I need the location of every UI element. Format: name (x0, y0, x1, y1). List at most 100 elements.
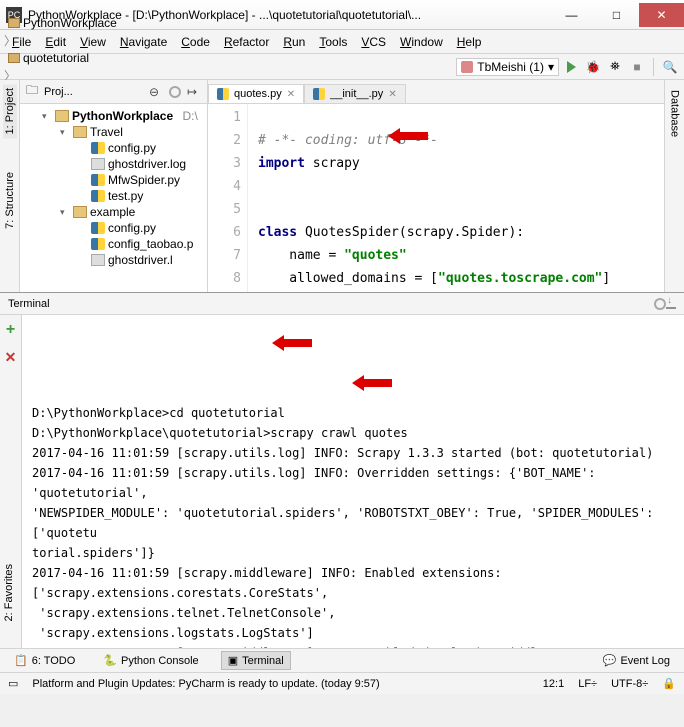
folder-icon (73, 206, 87, 218)
navigation-bar: PythonWorkplace〉quotetutorial〉quotetutor… (0, 54, 684, 80)
tree-item[interactable]: ghostdriver.l (20, 252, 207, 268)
minimize-button[interactable]: — (549, 3, 594, 27)
coverage-button[interactable]: ⛯ (605, 57, 625, 77)
terminal-tab[interactable]: ▣ Terminal (221, 651, 291, 670)
annotation-arrow-icon (282, 339, 312, 347)
code-content[interactable]: # -*- coding: utf-8 -*- import scrapy cl… (248, 104, 664, 292)
tree-item[interactable]: ▾example (20, 204, 207, 220)
menu-refactor[interactable]: Refactor (218, 33, 275, 51)
menu-window[interactable]: Window (394, 33, 449, 51)
tree-item[interactable]: ▾Travel (20, 124, 207, 140)
terminal-line: 2017-04-16 11:01:59 [scrapy.utils.log] I… (32, 443, 674, 463)
line-number: 1 (208, 106, 241, 129)
structure-tool-tab[interactable]: 7: Structure (3, 168, 17, 233)
tree-item-label: config.py (108, 221, 156, 235)
terminal-line: 2017-04-16 11:02:01 [scrapy.middleware] … (32, 643, 674, 648)
todo-tab[interactable]: 📋 6: TODO (8, 652, 81, 669)
line-number: 7 (208, 244, 241, 267)
line-separator[interactable]: LF÷ (578, 678, 597, 690)
line-number: 5 (208, 198, 241, 221)
menu-code[interactable]: Code (175, 33, 216, 51)
terminal-panel: Terminal + ✕ D:\PythonWorkplace>cd quote… (0, 292, 684, 648)
status-icon: ▭ (8, 677, 18, 690)
play-icon (567, 61, 576, 73)
menu-vcs[interactable]: VCS (355, 33, 392, 51)
hide-icon[interactable] (666, 299, 676, 309)
editor-tab[interactable]: __init__.py✕ (304, 84, 406, 103)
bottom-tool-stripe: 📋 6: TODO 🐍 Python Console ▣ Terminal 💬 … (0, 648, 684, 672)
run-config-selector[interactable]: TbMeishi (1) ▾ (456, 58, 559, 76)
menu-tools[interactable]: Tools (313, 33, 353, 51)
close-tab-icon[interactable]: ✕ (287, 89, 295, 100)
tree-item[interactable]: config_taobao.p (20, 236, 207, 252)
python-file-icon (91, 190, 105, 202)
chevron-down-icon[interactable]: ▾ (60, 207, 70, 218)
file-encoding[interactable]: UTF-8÷ (611, 678, 648, 690)
right-tool-stripe: Database (664, 80, 684, 292)
annotation-arrow-icon (398, 132, 428, 140)
tree-item[interactable]: config.py (20, 220, 207, 236)
terminal-line: 2017-04-16 11:01:59 [scrapy.utils.log] I… (32, 463, 674, 503)
gear-icon[interactable] (169, 86, 181, 98)
terminal-line: 'scrapy.extensions.logstats.LogStats'] (32, 623, 674, 643)
python-file-icon (313, 88, 325, 100)
code-area[interactable]: 12345678 # -*- coding: utf-8 -*- import … (208, 104, 664, 292)
tree-item-label: config_taobao.p (108, 237, 193, 251)
editor-tab[interactable]: quotes.py✕ (208, 84, 304, 103)
caret-position: 12:1 (543, 678, 564, 690)
search-everywhere-button[interactable]: 🔍 (660, 57, 680, 77)
tree-item-label: ghostdriver.l (108, 253, 173, 267)
close-button[interactable]: ✕ (639, 3, 684, 27)
tree-item-label: ghostdriver.log (108, 157, 186, 171)
chevron-down-icon[interactable]: ▾ (60, 127, 70, 138)
folder-icon (8, 53, 20, 63)
menu-run[interactable]: Run (277, 33, 311, 51)
terminal-line: 'scrapy.extensions.telnet.TelnetConsole'… (32, 603, 674, 623)
gear-icon[interactable] (654, 298, 666, 310)
lock-icon[interactable]: 🔒 (662, 677, 676, 690)
project-panel: 🗀 Proj... ⊖ ↦ ▾ PythonWorkplace D:\ ▾Tra… (20, 80, 208, 292)
tree-item-label: config.py (108, 141, 156, 155)
event-log-tab[interactable]: 💬 Event Log (597, 652, 676, 669)
add-terminal-button[interactable]: + (6, 321, 15, 339)
menu-help[interactable]: Help (451, 33, 488, 51)
close-terminal-button[interactable]: ✕ (5, 349, 17, 366)
hide-icon[interactable]: ↦ (187, 85, 201, 99)
project-tree[interactable]: ▾ PythonWorkplace D:\ ▾Travelconfig.pygh… (20, 104, 207, 272)
python-file-icon (91, 142, 105, 154)
tree-item[interactable]: config.py (20, 140, 207, 156)
debug-button[interactable]: 🐞 (583, 57, 603, 77)
tree-item-label: MfwSpider.py (108, 173, 180, 187)
chevron-right-icon: 〉 (4, 34, 16, 48)
python-console-tab[interactable]: 🐍 Python Console (97, 652, 204, 669)
maximize-button[interactable]: □ (594, 3, 639, 27)
close-tab-icon[interactable]: ✕ (388, 89, 396, 100)
tree-item-label: test.py (108, 189, 143, 203)
menu-navigate[interactable]: Navigate (114, 33, 173, 51)
bug-icon (461, 61, 473, 73)
tree-item[interactable]: MfwSpider.py (20, 172, 207, 188)
chevron-down-icon[interactable]: ▾ (42, 111, 52, 122)
root-path: D:\ (182, 109, 197, 123)
run-button[interactable] (561, 57, 581, 77)
breadcrumb-item[interactable]: PythonWorkplace (4, 14, 121, 32)
python-file-icon (91, 222, 105, 234)
tree-item[interactable]: ghostdriver.log (20, 156, 207, 172)
project-panel-title: Proj... (44, 86, 143, 98)
database-tool-tab[interactable]: Database (668, 86, 682, 141)
tree-root[interactable]: ▾ PythonWorkplace D:\ (20, 108, 207, 124)
terminal-line: torial.spiders']} (32, 543, 674, 563)
tree-item[interactable]: test.py (20, 188, 207, 204)
python-file-icon (217, 88, 229, 100)
favorites-tool-tab[interactable]: 2: Favorites (2, 560, 16, 625)
line-number: 6 (208, 221, 241, 244)
editor-tabs: quotes.py✕__init__.py✕ (208, 80, 664, 104)
folder-icon (73, 126, 87, 138)
breadcrumb-item[interactable]: quotetutorial (4, 49, 121, 67)
folder-icon (55, 110, 69, 122)
project-tool-tab[interactable]: 1: Project (3, 84, 17, 138)
collapse-icon[interactable]: ⊖ (149, 85, 163, 99)
line-number: 8 (208, 267, 241, 290)
terminal-output[interactable]: D:\PythonWorkplace>cd quotetutorialD:\Py… (22, 315, 684, 648)
stop-button[interactable]: ■ (627, 57, 647, 77)
